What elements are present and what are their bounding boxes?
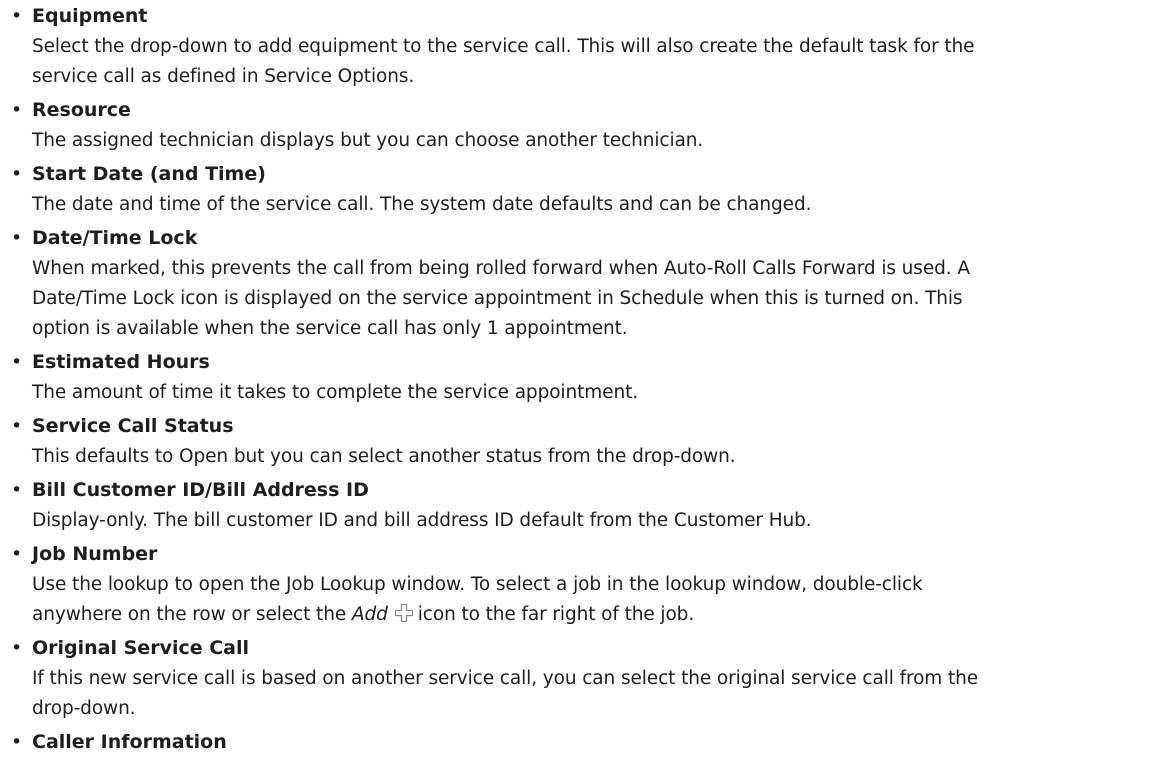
description-line: Display-only. The bill customer ID and b… — [32, 510, 812, 531]
bullet: • — [11, 163, 23, 185]
field-description: Display-only. The bill customer ID and b… — [32, 506, 1160, 536]
document-body: • Equipment Select the drop-down to add … — [0, 0, 1176, 758]
description-line: Select the drop-down to add equipment to… — [32, 36, 975, 57]
bullet: • — [11, 99, 23, 121]
bullet: • — [11, 543, 23, 565]
description-line: If this new service call is based on ano… — [32, 668, 979, 689]
field-description: The date and time of the service call. T… — [32, 190, 1160, 220]
list-item-bill-customer-id: • Bill Customer ID/Bill Address ID Displ… — [0, 474, 1160, 536]
description-line: The date and time of the service call. T… — [32, 194, 812, 215]
bullet: • — [11, 731, 23, 753]
field-name: Service Call Status — [32, 415, 234, 437]
field-description: Select the drop-down to add equipment to… — [32, 32, 1160, 92]
list-item-date-time-lock: • Date/Time Lock When marked, this preve… — [0, 222, 1160, 344]
description-line: Use the lookup to open the Job Lookup wi… — [32, 574, 923, 595]
field-description: This defaults to Open but you can select… — [32, 442, 1160, 472]
bullet: • — [11, 415, 23, 437]
description-line: service call as defined in Service Optio… — [32, 66, 415, 87]
add-reference: Add — [351, 604, 388, 625]
list-item-equipment: • Equipment Select the drop-down to add … — [0, 0, 1160, 92]
field-name: Estimated Hours — [32, 351, 210, 373]
bullet: • — [11, 227, 23, 249]
list-item-resource: • Resource The assigned technician displ… — [0, 94, 1160, 156]
field-name: Bill Customer ID/Bill Address ID — [32, 479, 369, 501]
description-text: anywhere on the row or select the — [32, 604, 347, 625]
field-name: Start Date (and Time) — [32, 163, 266, 185]
field-name: Resource — [32, 99, 131, 121]
bullet: • — [11, 479, 23, 501]
bullet: • — [11, 5, 23, 27]
description-line: Date/Time Lock icon is displayed on the … — [32, 288, 963, 309]
field-name: Caller Information — [32, 731, 227, 753]
list-item-service-call-status: • Service Call Status This defaults to O… — [0, 410, 1160, 472]
description-line: The amount of time it takes to complete … — [32, 382, 639, 403]
description-line: The assigned technician displays but you… — [32, 130, 704, 151]
field-name: Original Service Call — [32, 637, 250, 659]
description-text: icon to the far right of the job. — [417, 604, 695, 625]
field-name: Job Number — [32, 543, 158, 565]
list-item-original-service-call: • Original Service Call If this new serv… — [0, 632, 1160, 724]
field-description: Use the lookup to open the Job Lookup wi… — [32, 570, 1160, 630]
field-description: The assigned technician displays but you… — [32, 126, 1160, 156]
description-line: option is available when the service cal… — [32, 318, 628, 339]
field-description: The amount of time it takes to complete … — [32, 378, 1160, 408]
list-item-job-number: • Job Number Use the lookup to open the … — [0, 538, 1160, 630]
field-description: When marked, this prevents the call from… — [32, 254, 1160, 344]
field-list: • Equipment Select the drop-down to add … — [0, 0, 1160, 758]
description-line: drop-down. — [32, 698, 136, 719]
list-item-start-date: • Start Date (and Time) The date and tim… — [0, 158, 1160, 220]
list-item-estimated-hours: • Estimated Hours The amount of time it … — [0, 346, 1160, 408]
bullet: • — [11, 637, 23, 659]
field-description: If this new service call is based on ano… — [32, 664, 1160, 724]
bullet: • — [11, 351, 23, 373]
description-line: This defaults to Open but you can select… — [32, 446, 736, 467]
field-name: Date/Time Lock — [32, 227, 198, 249]
description-line: When marked, this prevents the call from… — [32, 258, 970, 279]
add-plus-icon — [394, 603, 414, 623]
description-line: anywhere on the row or select the Add ico… — [32, 603, 695, 625]
field-name: Equipment — [32, 5, 148, 27]
list-item-caller-information: • Caller Information — [0, 726, 1160, 758]
